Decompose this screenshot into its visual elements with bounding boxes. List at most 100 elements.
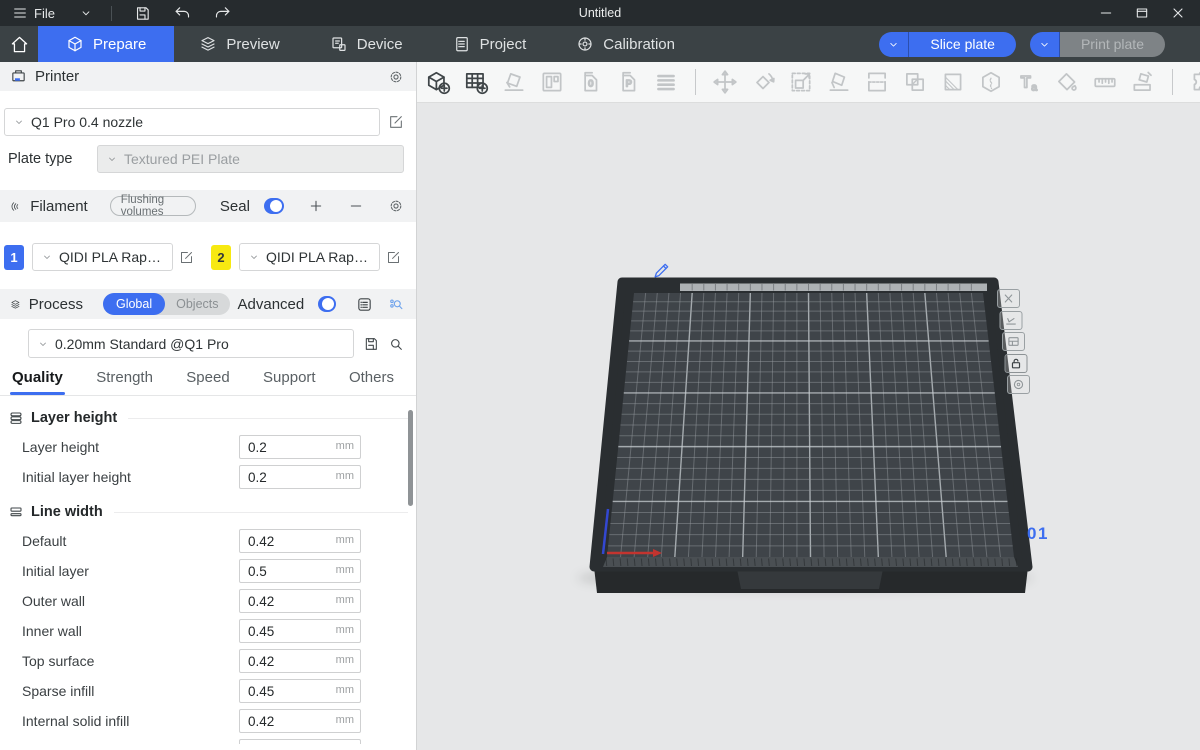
line-width-icon (8, 504, 24, 520)
file-menu-dropdown[interactable] (73, 0, 99, 26)
search-icon (388, 336, 404, 352)
group-header-line-width: Line width (8, 500, 408, 524)
minimize-icon (1098, 5, 1114, 21)
chevron-down-icon (79, 6, 93, 20)
tab-strength[interactable]: Strength (96, 369, 153, 395)
add-plate-button[interactable] (463, 69, 489, 95)
add-filament-button[interactable] (308, 198, 324, 214)
home-button[interactable] (0, 26, 38, 62)
filament-settings-button[interactable] (388, 198, 404, 214)
seal-toggle[interactable] (264, 198, 284, 214)
main-tabbar: Prepare Preview Device Project Calibrati… (0, 26, 1200, 62)
params-scrollbar[interactable] (408, 410, 413, 506)
plate-rename-pencil-icon[interactable] (651, 261, 671, 281)
delete-plate-button[interactable] (997, 289, 1020, 308)
maximize-button[interactable] (1134, 5, 1150, 21)
filament-2-edit-button[interactable] (386, 250, 401, 265)
add-model-button[interactable] (425, 69, 451, 95)
param-row: Internal solid infill mm (0, 706, 416, 736)
parameter-list: Layer height Layer height mm Initial lay… (0, 396, 416, 744)
redo-button[interactable] (210, 0, 236, 26)
viewport-3d[interactable]: 01 (417, 62, 1200, 750)
text-icon (1016, 69, 1042, 95)
scope-global-button[interactable]: Global (103, 293, 165, 315)
plate-front-notch (737, 569, 883, 589)
lock-plate-icon (1009, 357, 1024, 370)
slice-plate-dropdown[interactable] (879, 32, 909, 57)
save-preset-button[interactable] (363, 336, 379, 352)
rename-plate-button[interactable] (1002, 332, 1025, 351)
lock-plate-button[interactable] (1005, 354, 1028, 373)
parameter-list-button[interactable] (356, 296, 373, 313)
slice-plate-button[interactable]: Slice plate (909, 32, 1016, 57)
seam-paint-icon (1130, 69, 1156, 95)
print-plate-dropdown[interactable] (1030, 32, 1060, 57)
save-button[interactable] (130, 0, 156, 26)
scope-objects-button[interactable]: Objects (165, 297, 229, 311)
flushing-volumes-button[interactable]: Flushing volumes (110, 196, 196, 216)
param-unit: mm (336, 684, 354, 696)
filament-1-badge[interactable]: 1 (4, 245, 24, 270)
home-icon (10, 35, 29, 54)
boolean-icon (902, 69, 928, 95)
tab-project[interactable]: Project (428, 26, 552, 62)
list-icon (356, 296, 373, 313)
parameter-options-button[interactable] (387, 296, 404, 313)
minimize-button[interactable] (1098, 5, 1114, 21)
param-unit: mm (336, 654, 354, 666)
param-unit: mm (336, 594, 354, 606)
remove-filament-button[interactable] (348, 198, 364, 214)
auto-orient-plate-button[interactable] (1000, 311, 1023, 330)
plate-number-label[interactable]: 01 (1027, 524, 1049, 544)
process-header-label: Process (29, 296, 83, 313)
tab-support[interactable]: Support (263, 369, 316, 395)
add-model-icon (425, 69, 451, 95)
printer-settings-button[interactable] (388, 69, 404, 85)
tab-label: Preview (226, 36, 279, 53)
plate-type-select[interactable]: Textured PEI Plate (97, 145, 404, 173)
filament-1-select[interactable]: QIDI PLA Rapido (32, 243, 173, 271)
printer-edit-button[interactable] (388, 114, 404, 130)
filament-2-badge[interactable]: 2 (211, 245, 231, 270)
tab-preview[interactable]: Preview (174, 26, 304, 62)
close-button[interactable] (1170, 5, 1186, 21)
split-icon (864, 69, 890, 95)
search-params-button[interactable] (388, 336, 404, 352)
tab-calibration[interactable]: Calibration (551, 26, 700, 62)
boolean-button (902, 69, 928, 95)
printer-preset-select[interactable]: Q1 Pro 0.4 nozzle (4, 108, 380, 136)
lay-flat-icon (826, 69, 852, 95)
edit-icon (386, 250, 401, 265)
filament-2-value: QIDI PLA Rapido M... (266, 249, 371, 265)
file-menu[interactable]: File (8, 0, 59, 26)
param-row: Outer wall mm (0, 586, 416, 616)
advanced-toggle[interactable] (318, 296, 336, 312)
toggle-knob (270, 200, 282, 212)
plate-settings-button[interactable] (1007, 375, 1030, 394)
layers-editing-icon (653, 69, 679, 95)
auto-orient-button (501, 69, 527, 95)
tab-others[interactable]: Others (349, 369, 394, 395)
param-unit: mm (336, 714, 354, 726)
param-label: Top surface (22, 653, 239, 669)
undo-button[interactable] (170, 0, 196, 26)
param-label: Initial layer (22, 563, 239, 579)
print-plate-button[interactable]: Print plate (1060, 32, 1165, 57)
process-tabs: Quality Strength Speed Support Others (0, 360, 416, 396)
slice-plate-split-button: Slice plate (879, 32, 1016, 57)
color-paint-button (1054, 69, 1080, 95)
process-preset-select[interactable]: 0.20mm Standard @Q1 Pro (28, 329, 354, 358)
param-input-partial[interactable] (239, 739, 361, 744)
param-row: Initial layer height mm (0, 462, 416, 492)
rename-plate-icon (1006, 335, 1021, 348)
tab-prepare[interactable]: Prepare (38, 26, 174, 62)
tab-quality[interactable]: Quality (12, 369, 63, 395)
filament-2-select[interactable]: QIDI PLA Rapido M... (239, 243, 380, 271)
chevron-down-icon (887, 38, 900, 51)
rotate-icon (750, 69, 776, 95)
tab-speed[interactable]: Speed (186, 369, 229, 395)
calibration-icon (576, 35, 594, 53)
filament-1-edit-button[interactable] (179, 250, 194, 265)
tab-device[interactable]: Device (305, 26, 428, 62)
process-preset-row: 0.20mm Standard @Q1 Pro (28, 329, 404, 358)
